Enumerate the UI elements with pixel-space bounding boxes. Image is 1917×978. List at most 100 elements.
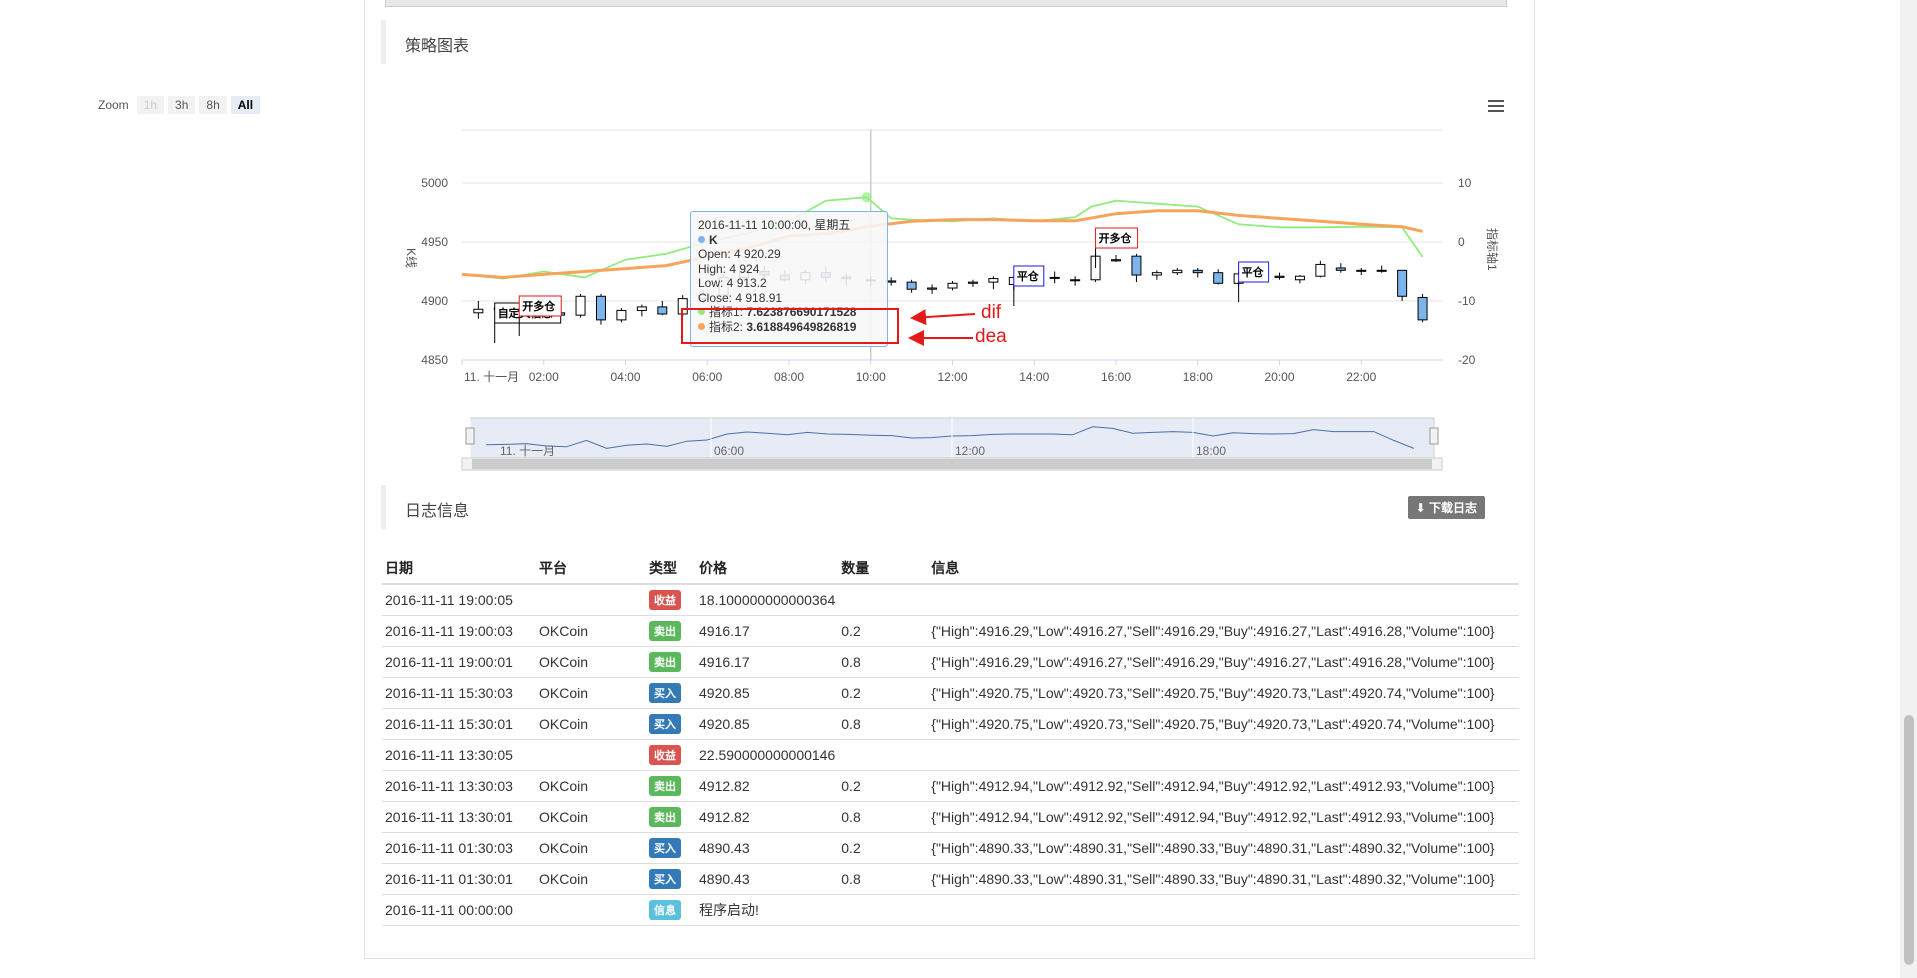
row-type: 收益 [646, 739, 696, 771]
row-type: 卖出 [646, 770, 696, 802]
row-price: 4916.17 [696, 646, 839, 678]
col-type: 类型 [646, 553, 696, 585]
table-row: 2016-11-11 00:00:00 信息 程序启动! [382, 894, 1519, 926]
row-qty [838, 739, 929, 771]
row-qty [838, 584, 929, 616]
row-date: 2016-11-11 13:30:05 [382, 739, 536, 771]
row-info: {"High":4912.94,"Low":4912.92,"Sell":491… [928, 770, 1519, 802]
row-info: {"High":4912.94,"Low":4912.92,"Sell":491… [928, 801, 1519, 833]
type-badge: 卖出 [649, 652, 681, 672]
table-row: 2016-11-11 13:30:05 收益 22.590000000000146 [382, 739, 1519, 771]
annotation-arrows [908, 309, 976, 346]
type-badge: 买入 [649, 869, 681, 889]
page-scrollbar[interactable] [1900, 0, 1917, 978]
download-icon: ⬇ [1415, 501, 1429, 515]
row-qty: 0.2 [838, 677, 929, 709]
row-type: 买入 [646, 863, 696, 895]
table-row: 2016-11-11 13:30:01 OKCoin 卖出 4912.82 0.8 {"H… [382, 801, 1519, 833]
row-platform [536, 739, 646, 771]
row-date: 2016-11-11 01:30:01 [382, 863, 536, 895]
row-platform: OKCoin [536, 832, 646, 864]
table-row: 2016-11-11 13:30:03 OKCoin 卖出 4912.82 0.2 {"H… [382, 770, 1519, 802]
row-date: 2016-11-11 13:30:03 [382, 770, 536, 802]
row-date: 2016-11-11 00:00:00 [382, 894, 536, 926]
type-badge: 卖出 [649, 807, 681, 827]
log-section-title: 日志信息 [405, 503, 470, 520]
row-qty: 0.2 [838, 615, 929, 647]
page-scrollbar-thumb[interactable] [1904, 715, 1914, 965]
table-row: 2016-11-11 19:00:01 OKCoin 卖出 4916.17 0.8 {"H… [382, 646, 1519, 678]
row-qty: 0.8 [838, 863, 929, 895]
row-platform: OKCoin [536, 801, 646, 833]
row-date: 2016-11-11 15:30:01 [382, 708, 536, 740]
row-platform: OKCoin [536, 770, 646, 802]
type-badge: 买入 [649, 683, 681, 703]
row-info: {"High":4890.33,"Low":4890.31,"Sell":489… [928, 863, 1519, 895]
row-date: 2016-11-11 01:30:03 [382, 832, 536, 864]
row-info: {"High":4920.75,"Low":4920.73,"Sell":492… [928, 677, 1519, 709]
type-badge: 卖出 [649, 776, 681, 796]
col-qty: 数量 [838, 553, 929, 585]
row-platform: OKCoin [536, 708, 646, 740]
row-info: {"High":4916.29,"Low":4916.27,"Sell":491… [928, 646, 1519, 678]
row-platform [536, 584, 646, 616]
log-section-header: 日志信息 ⬇ 下载日志 [381, 485, 1521, 529]
row-price: 22.590000000000146 [696, 739, 839, 771]
table-row: 2016-11-11 19:00:03 OKCoin 卖出 4916.17 0.2 {"H… [382, 615, 1519, 647]
row-price: 4890.43 [696, 863, 839, 895]
row-date: 2016-11-11 13:30:01 [382, 801, 536, 833]
row-info [928, 739, 1519, 771]
type-badge: 收益 [649, 745, 681, 765]
table-row: 2016-11-11 19:00:05 收益 18.100000000000364 [382, 584, 1519, 616]
row-qty: 0.8 [838, 801, 929, 833]
row-qty: 0.8 [838, 708, 929, 740]
row-price: 4916.17 [696, 615, 839, 647]
annotation-dif: dif [981, 302, 1002, 323]
row-type: 收益 [646, 584, 696, 616]
row-type: 卖出 [646, 801, 696, 833]
row-platform [536, 894, 646, 926]
type-badge: 信息 [649, 900, 681, 920]
row-price: 18.100000000000364 [696, 584, 839, 616]
row-type: 卖出 [646, 646, 696, 678]
table-row: 2016-11-11 15:30:01 OKCoin 买入 4920.85 0.8 {"H… [382, 708, 1519, 740]
row-info: {"High":4890.33,"Low":4890.31,"Sell":489… [928, 832, 1519, 864]
row-qty: 0.2 [838, 770, 929, 802]
row-type: 买入 [646, 708, 696, 740]
log-table-header: 日期 平台 类型 价格 数量 信息 [382, 553, 1519, 585]
row-platform: OKCoin [536, 677, 646, 709]
row-date: 2016-11-11 15:30:03 [382, 677, 536, 709]
type-badge: 买入 [649, 838, 681, 858]
row-info: {"High":4920.75,"Low":4920.73,"Sell":492… [928, 708, 1519, 740]
row-price: 4920.85 [696, 677, 839, 709]
table-row: 2016-11-11 15:30:03 OKCoin 买入 4920.85 0.2 {"H… [382, 677, 1519, 709]
annotation-dea: dea [975, 326, 1007, 347]
row-qty: 0.2 [838, 832, 929, 864]
row-type: 买入 [646, 677, 696, 709]
col-platform: 平台 [536, 553, 646, 585]
row-platform: OKCoin [536, 646, 646, 678]
row-info [928, 894, 1519, 926]
row-price: 4912.82 [696, 801, 839, 833]
type-badge: 收益 [649, 590, 681, 610]
table-row: 2016-11-11 01:30:01 OKCoin 买入 4890.43 0.8 {"H… [382, 863, 1519, 895]
download-log-button[interactable]: ⬇ 下载日志 [1407, 496, 1485, 519]
row-type: 买入 [646, 832, 696, 864]
type-badge: 卖出 [649, 621, 681, 641]
row-date: 2016-11-11 19:00:05 [382, 584, 536, 616]
row-date: 2016-11-11 19:00:03 [382, 615, 536, 647]
type-badge: 买入 [649, 714, 681, 734]
row-platform: OKCoin [536, 615, 646, 647]
row-date: 2016-11-11 19:00:01 [382, 646, 536, 678]
row-price: 4920.85 [696, 708, 839, 740]
row-platform: OKCoin [536, 863, 646, 895]
row-qty: 0.8 [838, 646, 929, 678]
row-type: 信息 [646, 894, 696, 926]
col-date: 日期 [382, 553, 536, 585]
col-price: 价格 [696, 553, 839, 585]
row-info [928, 584, 1519, 616]
col-info: 信息 [928, 553, 1519, 585]
row-info: {"High":4916.29,"Low":4916.27,"Sell":491… [928, 615, 1519, 647]
table-row: 2016-11-11 01:30:03 OKCoin 买入 4890.43 0.2 {"H… [382, 832, 1519, 864]
row-price: 4890.43 [696, 832, 839, 864]
